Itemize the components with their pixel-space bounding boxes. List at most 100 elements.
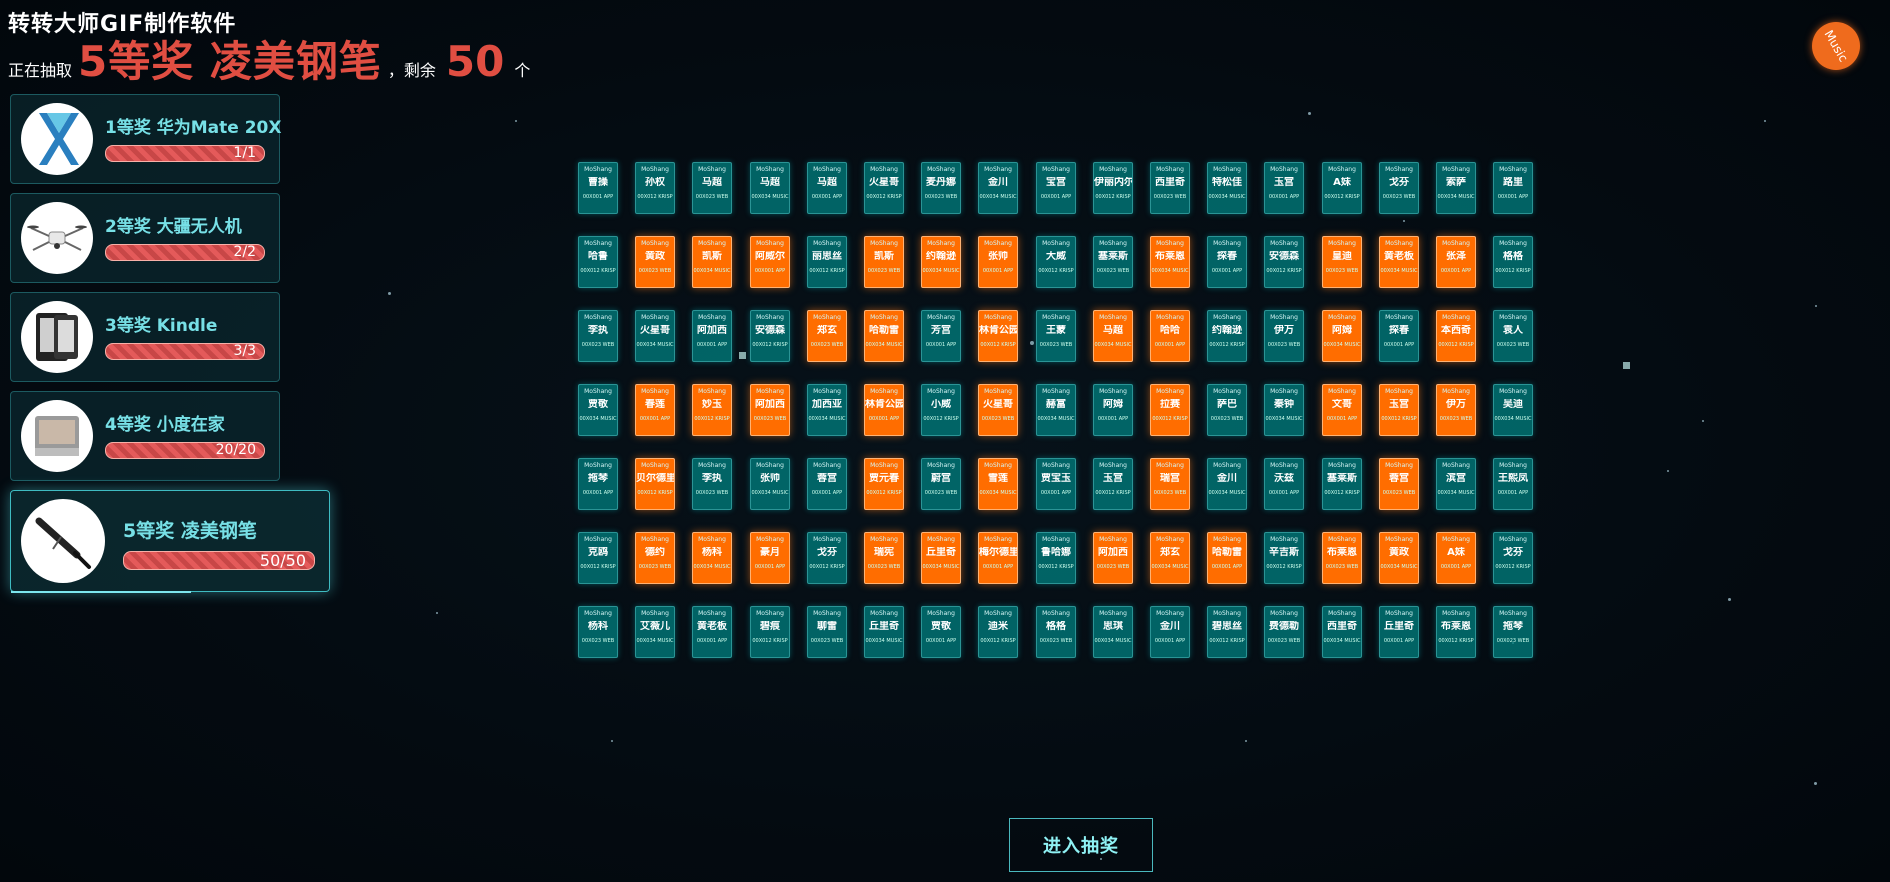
card-meta: 00X001 APP bbox=[582, 194, 614, 200]
participant-card: MoShang 戈芬 00X012 KRISP bbox=[807, 532, 847, 584]
card-meta: 00X012 KRISP bbox=[752, 638, 788, 644]
card-name: 玉宫 bbox=[1389, 399, 1409, 410]
card-company: MoShang bbox=[870, 610, 898, 617]
card-company: MoShang bbox=[641, 240, 669, 247]
card-company: MoShang bbox=[1042, 610, 1070, 617]
card-name: 吴迪 bbox=[1503, 399, 1523, 410]
card-meta: 00X023 WEB bbox=[1382, 194, 1416, 200]
card-company: MoShang bbox=[1042, 240, 1070, 247]
card-company: MoShang bbox=[1499, 462, 1527, 469]
card-name: 萨巴 bbox=[1217, 399, 1237, 410]
prize-card-3[interactable]: 3等奖 Kindle 3/3 bbox=[10, 292, 280, 382]
prize-card-4[interactable]: 4等奖 小度在家 20/20 bbox=[10, 391, 280, 481]
card-meta: 00X001 APP bbox=[982, 564, 1014, 570]
card-company: MoShang bbox=[1385, 166, 1413, 173]
card-name: 西里奇 bbox=[1327, 621, 1357, 632]
card-company: MoShang bbox=[1213, 388, 1241, 395]
card-meta: 00X012 KRISP bbox=[752, 342, 788, 348]
card-company: MoShang bbox=[870, 388, 898, 395]
card-name: 袁人 bbox=[1503, 325, 1523, 336]
card-name: 戈芬 bbox=[817, 547, 837, 558]
card-company: MoShang bbox=[584, 166, 612, 173]
participant-card: MoShang 贾敬 00X034 MUSIC bbox=[578, 384, 618, 436]
card-name: 塞莱斯 bbox=[1098, 251, 1128, 262]
participant-card: MoShang 碧痕 00X012 KRISP bbox=[750, 606, 790, 658]
participant-card: MoShang 蓉宫 00X001 APP bbox=[807, 458, 847, 510]
card-meta: 00X034 MUSIC bbox=[693, 268, 731, 274]
participant-card: MoShang 约翰逊 00X034 MUSIC bbox=[921, 236, 961, 288]
music-button[interactable]: Music bbox=[1812, 22, 1860, 70]
participant-card: MoShang 郑玄 00X023 WEB bbox=[807, 310, 847, 362]
card-meta: 00X012 KRISP bbox=[980, 342, 1016, 348]
card-meta: 00X023 WEB bbox=[1325, 268, 1359, 274]
participant-card: MoShang 凯斯 00X023 WEB bbox=[864, 236, 904, 288]
card-name: 拉赛 bbox=[1160, 399, 1180, 410]
card-company: MoShang bbox=[1156, 388, 1184, 395]
card-name: 安德森 bbox=[1269, 251, 1299, 262]
card-name: 鲁哈娜 bbox=[1041, 547, 1071, 558]
card-company: MoShang bbox=[1213, 536, 1241, 543]
participant-card: MoShang 文哥 00X001 APP bbox=[1322, 384, 1362, 436]
card-name: 哈勒雷 bbox=[869, 325, 899, 336]
card-company: MoShang bbox=[1213, 314, 1241, 321]
card-meta: 00X001 APP bbox=[754, 564, 786, 570]
card-name: 赫富 bbox=[1046, 399, 1066, 410]
card-meta: 00X034 MUSIC bbox=[1208, 194, 1246, 200]
card-company: MoShang bbox=[1042, 166, 1070, 173]
card-meta: 00X012 KRISP bbox=[1209, 342, 1245, 348]
card-name: 黄老板 bbox=[1384, 251, 1414, 262]
participant-card: MoShang 宝宫 00X001 APP bbox=[1036, 162, 1076, 214]
card-company: MoShang bbox=[1328, 314, 1356, 321]
card-name: 格格 bbox=[1046, 621, 1066, 632]
card-meta: 00X023 WEB bbox=[581, 638, 615, 644]
card-name: 艾薇儿 bbox=[640, 621, 670, 632]
card-name: 黄老板 bbox=[697, 621, 727, 632]
music-button-label: Music bbox=[1821, 27, 1851, 65]
prize-title: 3等奖 Kindle bbox=[105, 316, 218, 336]
card-meta: 00X001 APP bbox=[696, 638, 728, 644]
card-company: MoShang bbox=[813, 462, 841, 469]
prize-title: 2等奖 大疆无人机 bbox=[105, 217, 242, 237]
card-name: A妹 bbox=[1447, 547, 1465, 558]
card-meta: 00X023 WEB bbox=[924, 490, 958, 496]
card-name: 安德森 bbox=[755, 325, 785, 336]
card-name: 王蒙 bbox=[1046, 325, 1066, 336]
card-meta: 00X034 MUSIC bbox=[979, 490, 1017, 496]
card-meta: 00X012 KRISP bbox=[1438, 638, 1474, 644]
card-meta: 00X012 KRISP bbox=[637, 194, 673, 200]
card-company: MoShang bbox=[698, 388, 726, 395]
card-meta: 00X034 MUSIC bbox=[1094, 342, 1132, 348]
card-name: 约翰逊 bbox=[926, 251, 956, 262]
card-company: MoShang bbox=[1270, 388, 1298, 395]
prize-title: 4等奖 小度在家 bbox=[105, 415, 225, 435]
card-meta: 00X012 KRISP bbox=[1324, 194, 1360, 200]
card-meta: 00X023 WEB bbox=[1039, 638, 1073, 644]
card-name: 碧思丝 bbox=[1212, 621, 1242, 632]
card-meta: 00X023 WEB bbox=[1439, 416, 1473, 422]
card-company: MoShang bbox=[756, 166, 784, 173]
prize-card-2[interactable]: 2等奖 大疆无人机 2/2 bbox=[10, 193, 280, 283]
card-company: MoShang bbox=[1328, 536, 1356, 543]
card-meta: 00X023 WEB bbox=[638, 564, 672, 570]
card-name: 索萨 bbox=[1446, 177, 1466, 188]
card-name: 郑玄 bbox=[1160, 547, 1180, 558]
card-meta: 00X012 KRISP bbox=[1438, 342, 1474, 348]
card-meta: 00X012 KRISP bbox=[1095, 194, 1131, 200]
prize-card-5-active[interactable]: 5等奖 凌美钢笔 50/50 bbox=[10, 490, 330, 593]
participant-card: MoShang 赫富 00X034 MUSIC bbox=[1036, 384, 1076, 436]
card-name: 费德勒 bbox=[1269, 621, 1299, 632]
card-meta: 00X001 APP bbox=[1154, 638, 1186, 644]
card-name: 德约 bbox=[645, 547, 665, 558]
participant-card: MoShang 李执 00X023 WEB bbox=[578, 310, 618, 362]
card-company: MoShang bbox=[1328, 462, 1356, 469]
card-name: 麦丹娜 bbox=[926, 177, 956, 188]
card-name: 黄政 bbox=[645, 251, 665, 262]
participant-card: MoShang 丘里奇 00X034 MUSIC bbox=[864, 606, 904, 658]
enter-lottery-button[interactable]: 进入抽奖 bbox=[1009, 818, 1153, 872]
participant-card: MoShang 丘里奇 00X001 APP bbox=[1379, 606, 1419, 658]
prize-card-1[interactable]: 1等奖 华为Mate 20X 1/1 bbox=[10, 94, 281, 184]
participant-card: MoShang 拉赛 00X012 KRISP bbox=[1150, 384, 1190, 436]
card-company: MoShang bbox=[1442, 462, 1470, 469]
card-name: 哈勒雷 bbox=[1212, 547, 1242, 558]
card-meta: 00X001 APP bbox=[1383, 342, 1415, 348]
